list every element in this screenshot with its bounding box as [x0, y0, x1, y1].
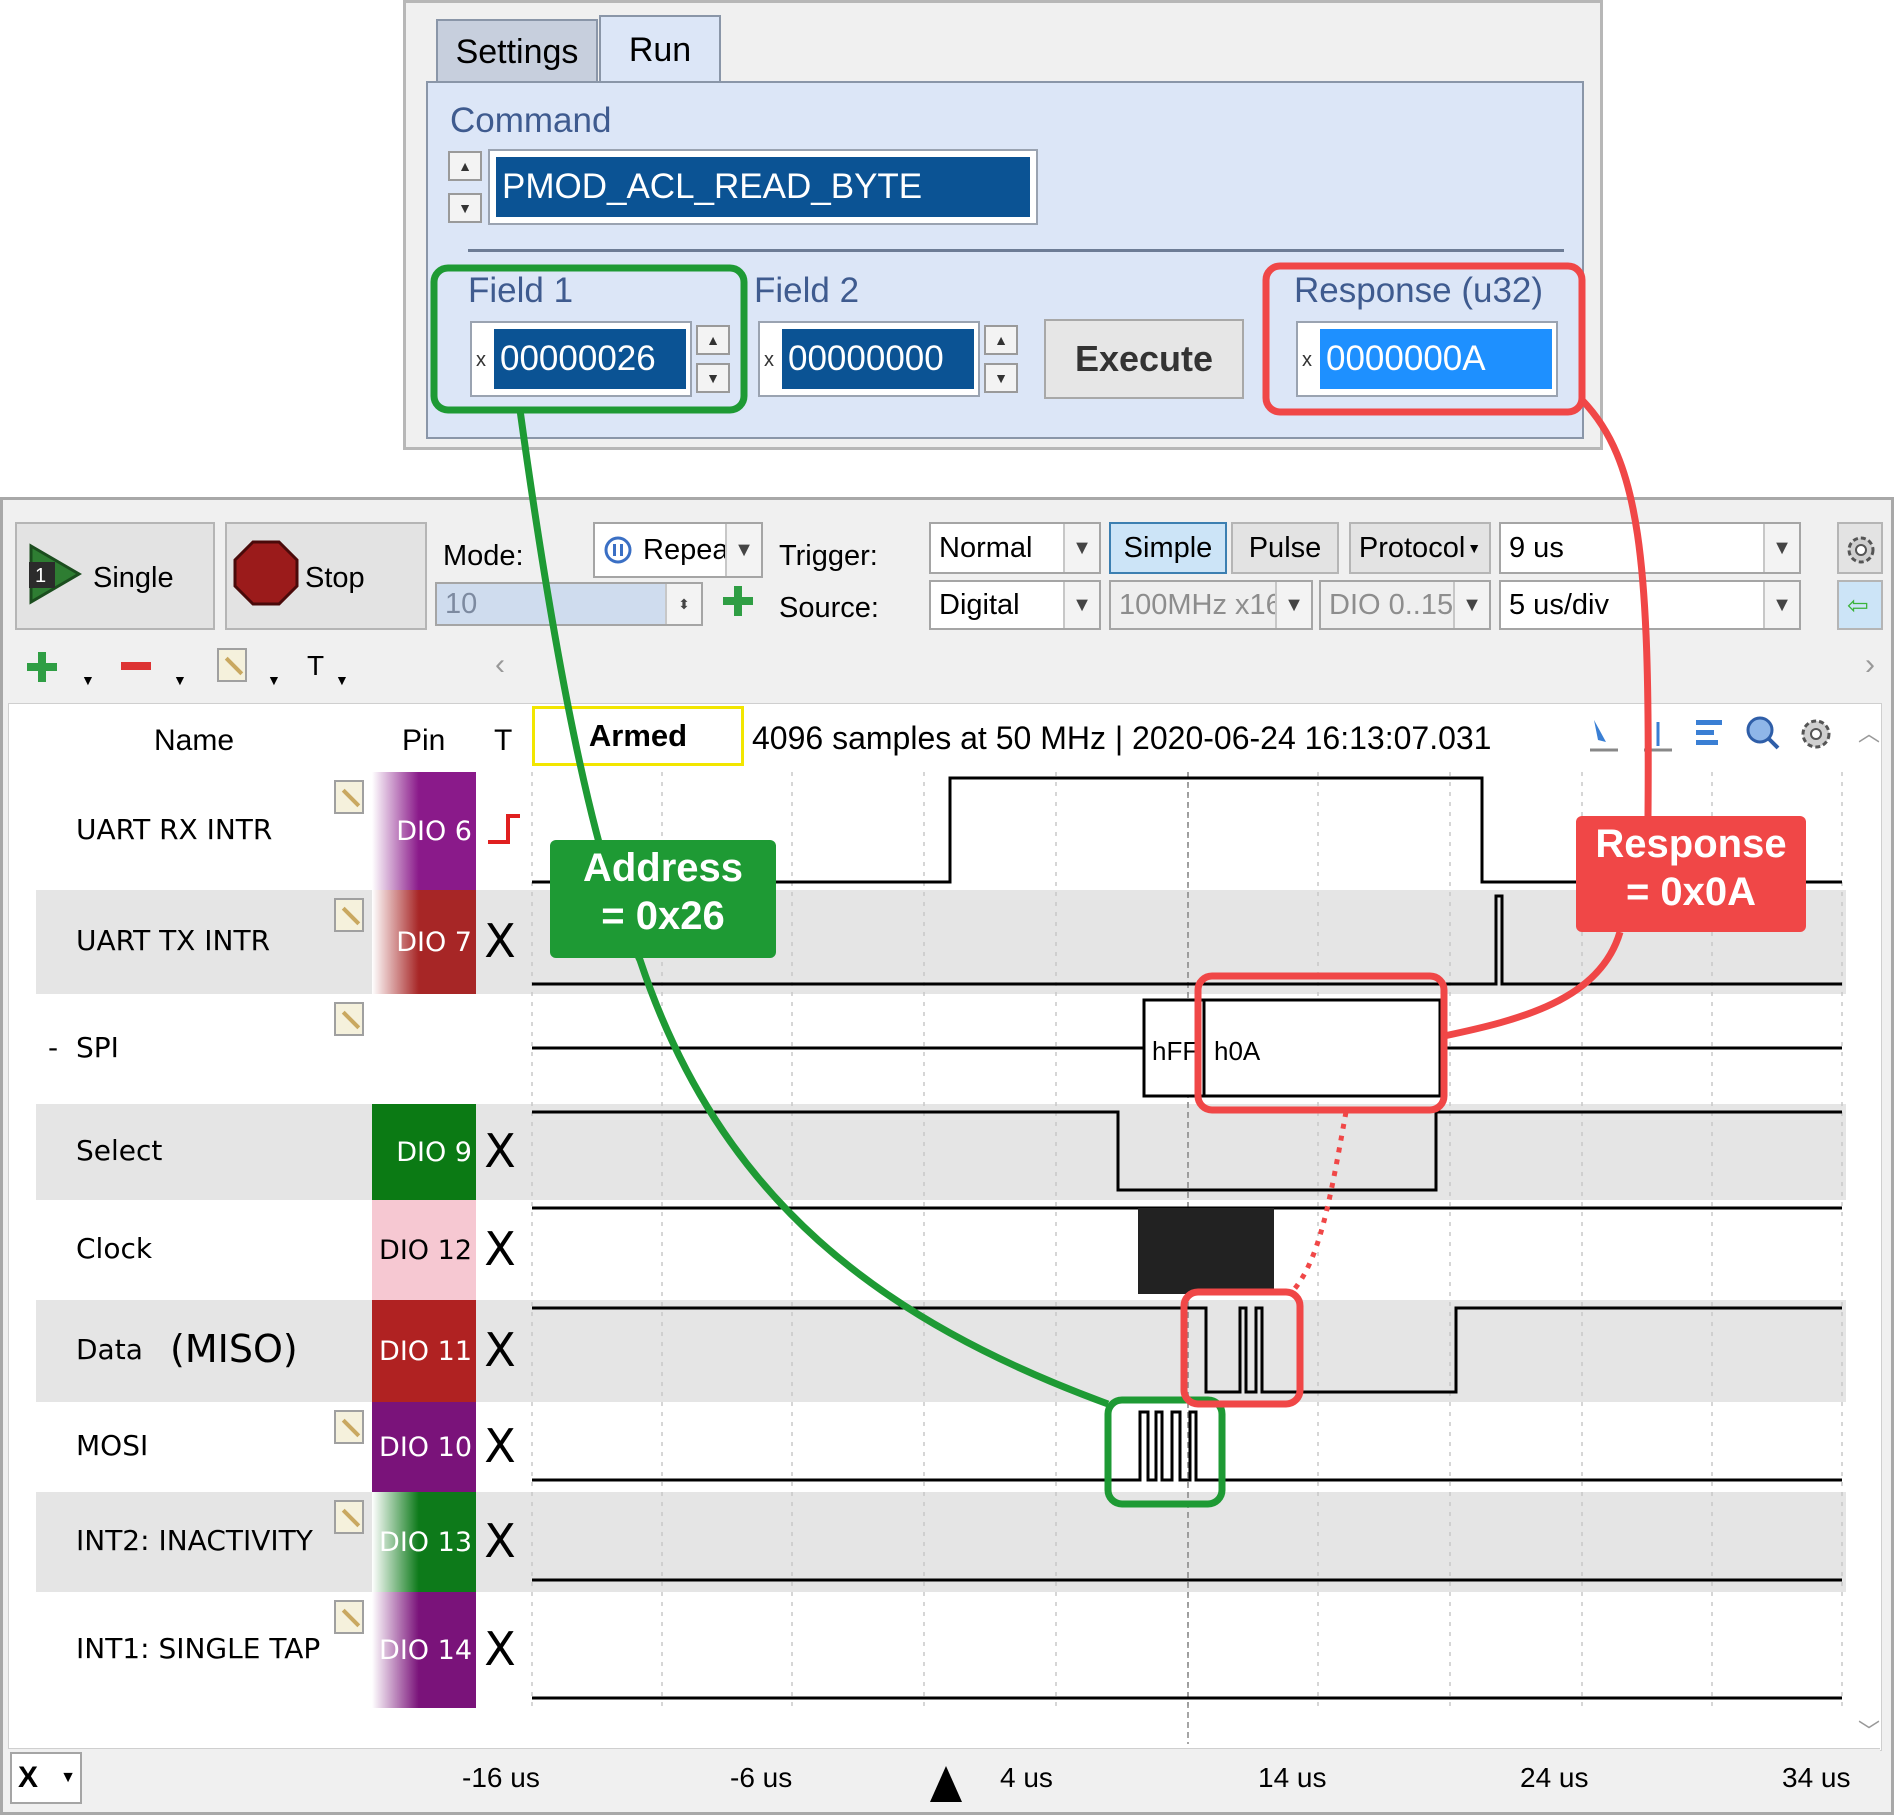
time-tick-label: -16 us: [462, 1762, 540, 1793]
address-callout-line2: = 0x26: [601, 894, 725, 938]
time-tick-label: 4 us: [1000, 1762, 1053, 1793]
time-tick-label: -6 us: [730, 1762, 793, 1793]
mosi-trace: [532, 1410, 1842, 1482]
select-trace: [532, 1110, 1842, 1192]
time-tick-label: 24 us: [1520, 1762, 1589, 1793]
mosi-highlight: [1104, 1396, 1226, 1508]
axis-select[interactable]: X ▼: [10, 1752, 82, 1804]
response-connector-top: [1579, 397, 1652, 817]
dotted-connector: [1290, 1111, 1349, 1294]
response-callout-line2: = 0x0A: [1625, 870, 1757, 914]
time-tick-label: 14 us: [1258, 1762, 1327, 1793]
response-callout-line1: Response: [1595, 822, 1787, 866]
spi-byte-0a-label: h0A: [1214, 1036, 1261, 1066]
rising-edge-icon: [488, 814, 520, 844]
field1-highlight: [430, 264, 748, 414]
response-callout: Response = 0x0A: [1576, 816, 1806, 932]
address-callout-line1: Address: [582, 846, 744, 890]
trigger-marker-icon[interactable]: [928, 1764, 964, 1804]
address-callout: Address = 0x26: [550, 840, 776, 958]
axis-select-value: X: [18, 1761, 39, 1794]
spi-byte-ff-label: hFF: [1152, 1036, 1198, 1066]
clock-burst: [1138, 1208, 1274, 1294]
response-highlight: [1262, 262, 1586, 416]
time-tick-label: 34 us: [1782, 1762, 1851, 1793]
chevron-down-icon: ▼: [60, 1769, 76, 1786]
